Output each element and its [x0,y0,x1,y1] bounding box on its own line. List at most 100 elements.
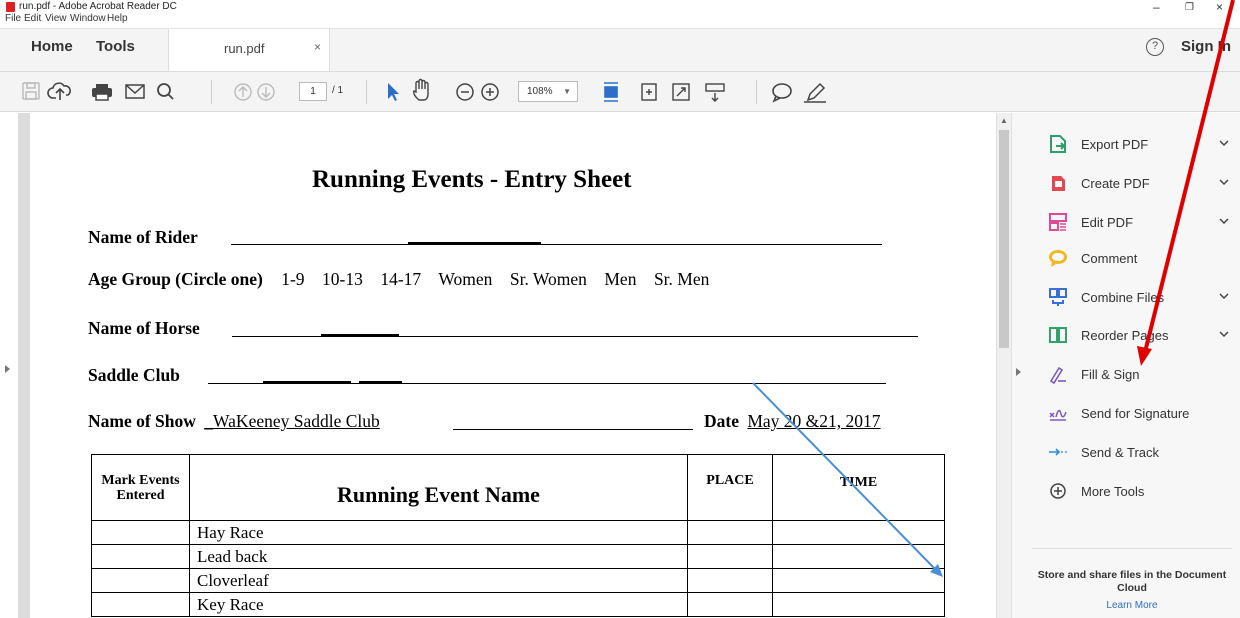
tab-document[interactable]: run.pdf × [168,29,330,71]
scroll-icon[interactable] [705,83,725,102]
tool-reorder-pages[interactable]: Reorder Pages [1047,324,1237,346]
tool-edit-pdf[interactable]: Edit PDF [1047,211,1237,233]
time-cell[interactable] [772,520,945,545]
save-icon[interactable] [22,82,40,100]
tool-label: Reorder Pages [1081,327,1169,343]
combine-files-icon [1047,287,1069,307]
saddle-club-underline-segment [263,381,351,383]
help-icon[interactable]: ? [1146,38,1164,56]
tool-send-for-signature[interactable]: Send for Signature [1047,402,1237,424]
close-window-button[interactable]: × [1216,0,1223,14]
time-cell[interactable] [772,544,945,569]
tool-label: Comment [1081,250,1138,266]
date-value[interactable]: May 20 &21, 2017 [747,411,880,431]
toolbar-icons [22,78,826,103]
horse-underline[interactable] [232,336,918,337]
table-header-row: Mark Events Entered Running Event Name P… [91,454,945,521]
search-icon[interactable] [157,83,174,100]
zoom-in-icon[interactable] [481,83,499,101]
window-title: run.pdf - Adobe Acrobat Reader DC [19,1,177,12]
maximize-button[interactable]: ❐ [1185,2,1194,13]
saddle-club-label: Saddle Club [88,365,180,385]
close-tab-button[interactable]: × [314,40,321,54]
show-underline [453,429,693,430]
fullscreen-icon[interactable] [672,83,690,101]
time-cell[interactable] [772,568,945,593]
menu-help[interactable]: Help [107,13,128,24]
tool-more-tools[interactable]: More Tools [1047,480,1237,502]
document-viewport[interactable]: Running Events - Entry Sheet Name of Rid… [18,113,996,618]
tool-comment[interactable]: Comment [1047,247,1237,269]
fit-page-icon[interactable] [604,82,618,102]
chevron-down-icon[interactable] [1219,216,1229,226]
vertical-scrollbar[interactable]: ▲ [996,113,1011,618]
date-line: Date May 20 &21, 2017 [704,411,881,432]
print-icon[interactable] [92,84,112,101]
prev-page-icon[interactable] [234,83,252,101]
select-arrow-icon[interactable] [388,83,399,101]
event-name-header: Running Event Name [189,454,688,521]
collapse-pane-icon[interactable] [1016,368,1021,376]
event-name-cell: Key Race [189,592,688,617]
place-cell[interactable] [687,592,773,617]
tool-label: Fill & Sign [1081,366,1140,382]
menu-window[interactable]: Window [70,13,106,24]
menu-view[interactable]: View [45,13,67,24]
scrollbar-thumb[interactable] [999,130,1009,348]
left-panel-toggle[interactable] [0,113,18,618]
tool-label: Combine Files [1081,289,1165,305]
place-cell[interactable] [687,544,773,569]
tool-create-pdf[interactable]: Create PDF [1047,172,1237,194]
tab-home[interactable]: Home [31,38,73,55]
tool-fill-sign[interactable]: Fill & Sign [1047,363,1237,385]
saddle-club-underline[interactable] [208,383,886,384]
comment-icon[interactable] [772,83,792,103]
minimize-button[interactable]: – [1153,0,1160,14]
chevron-down-icon[interactable] [1219,329,1229,339]
tool-label: Send for Signature [1081,405,1190,421]
menu-edit[interactable]: Edit [24,13,41,24]
zoom-out-icon[interactable] [456,83,474,101]
reorder-pages-icon [1047,325,1069,345]
tool-send-track[interactable]: Send & Track [1047,441,1237,463]
chevron-down-icon[interactable] [1219,291,1229,301]
pen-icon[interactable] [804,82,826,103]
page-icon[interactable] [641,83,657,101]
page-number-input[interactable]: 1 [299,82,327,101]
place-cell[interactable] [687,568,773,593]
mark-cell[interactable] [91,592,190,617]
upload-icon[interactable] [47,82,71,100]
event-name-cell: Lead back [189,544,688,569]
expand-left-icon [5,365,10,373]
mark-cell[interactable] [91,520,190,545]
chevron-down-icon[interactable] [1219,138,1229,148]
document-title: Running Events - Entry Sheet [312,166,632,193]
rider-line: Name of Rider [88,227,198,248]
tool-combine-files[interactable]: Combine Files [1047,286,1237,308]
mark-cell[interactable] [91,544,190,569]
rider-underline[interactable] [231,244,882,245]
date-label: Date [704,411,739,431]
table-row: Cloverleaf [91,568,945,593]
toolbar-separator [366,80,367,104]
show-value[interactable]: _WaKeeney Saddle Club [204,411,380,431]
learn-more-link[interactable]: Learn More [1032,600,1232,611]
zoom-select[interactable]: 108% ▼ [518,81,578,102]
time-cell[interactable] [772,592,945,617]
table-row: Key Race [91,592,945,617]
email-icon[interactable] [125,84,145,99]
menu-file[interactable]: File [5,13,21,24]
sign-in-button[interactable]: Sign In [1181,38,1231,55]
hand-icon[interactable] [413,78,429,101]
chevron-down-icon[interactable] [1219,177,1229,187]
mark-cell[interactable] [91,568,190,593]
scroll-up-icon[interactable]: ▲ [1000,116,1008,125]
create-pdf-icon [1047,173,1069,193]
tab-tools[interactable]: Tools [96,38,135,55]
rider-underline-segment [408,242,541,244]
place-cell[interactable] [687,520,773,545]
events-table: Mark Events Entered Running Event Name P… [91,454,945,617]
tool-export-pdf[interactable]: Export PDF [1047,133,1237,155]
toolbar-separator [756,80,757,104]
next-page-icon[interactable] [257,83,275,101]
